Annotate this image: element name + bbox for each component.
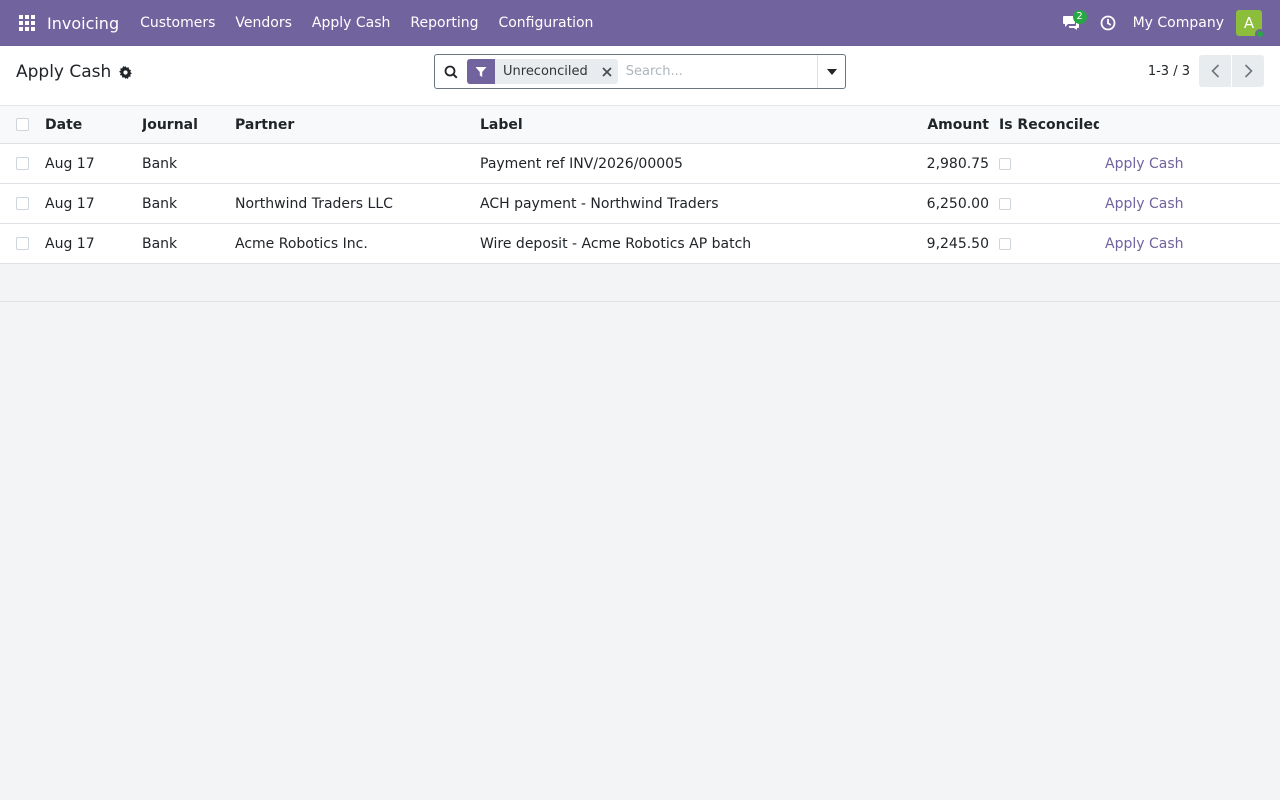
- column-header-is-reconciled[interactable]: Is Reconciled: [999, 106, 1099, 143]
- cell-journal: Bank: [142, 195, 178, 212]
- pager-value[interactable]: 1-3 / 3: [1148, 64, 1190, 79]
- activity-button[interactable]: [1091, 0, 1125, 46]
- row-select-cell: [16, 184, 30, 223]
- company-switcher[interactable]: My Company: [1125, 15, 1236, 31]
- user-avatar[interactable]: A: [1236, 10, 1265, 39]
- page-title: Apply Cash: [16, 62, 112, 82]
- chevron-right-icon: [1244, 64, 1253, 78]
- menu-item-customers[interactable]: Customers: [130, 0, 225, 46]
- app-name[interactable]: Invoicing: [47, 14, 119, 33]
- messaging-button[interactable]: 2: [1051, 0, 1091, 46]
- facet-label: Unreconciled: [503, 64, 588, 79]
- close-icon[interactable]: [596, 66, 618, 77]
- menu-item-configuration[interactable]: Configuration: [488, 0, 603, 46]
- chevron-left-icon: [1210, 64, 1219, 78]
- cell-partner: Acme Robotics Inc.: [235, 235, 368, 252]
- row-checkbox[interactable]: [16, 237, 29, 250]
- search-bar: Unreconciled: [434, 54, 846, 89]
- column-header-date[interactable]: Date: [45, 106, 135, 143]
- cell-is-reconciled: [999, 184, 1099, 223]
- cell-date: Aug 17: [45, 195, 95, 212]
- cell-date: Aug 17: [45, 155, 95, 172]
- main-menu: Customers Vendors Apply Cash Reporting C…: [130, 0, 603, 46]
- messaging-count-badge: 2: [1072, 10, 1087, 24]
- top-navbar: Invoicing Customers Vendors Apply Cash R…: [0, 0, 1280, 46]
- table-row[interactable]: Aug 17 Bank Payment ref INV/2026/00005 2…: [0, 144, 1280, 184]
- apps-grid-icon: [19, 15, 35, 31]
- navbar-systray: 2 My Company A: [1051, 0, 1280, 46]
- clock-icon: [1100, 15, 1115, 31]
- search-input[interactable]: [617, 64, 817, 79]
- apply-cash-button[interactable]: Apply Cash: [1105, 196, 1184, 212]
- pager-previous-button[interactable]: [1199, 55, 1231, 87]
- cell-amount: 2,980.75: [926, 155, 989, 172]
- caret-down-icon: [826, 68, 837, 75]
- cell-action: Apply Cash: [1105, 184, 1225, 223]
- select-all-checkbox[interactable]: [16, 118, 29, 131]
- cell-label: Payment ref INV/2026/00005: [480, 155, 683, 172]
- row-select-cell: [16, 224, 30, 263]
- pager: 1-3 / 3: [1148, 55, 1264, 87]
- table-row[interactable]: Aug 17 Bank Acme Robotics Inc. Wire depo…: [0, 224, 1280, 264]
- pager-next-button[interactable]: [1232, 55, 1264, 87]
- online-status-dot: [1255, 29, 1265, 39]
- cell-journal: Bank: [142, 235, 178, 252]
- breadcrumb: Apply Cash: [16, 62, 133, 82]
- table-header: Date Journal Partner Label Amount Is Rec…: [0, 106, 1280, 144]
- filter-icon: [467, 59, 495, 84]
- cell-action: Apply Cash: [1105, 224, 1225, 263]
- column-header-amount[interactable]: Amount: [900, 106, 989, 143]
- apply-cash-button[interactable]: Apply Cash: [1105, 236, 1184, 252]
- cell-amount: 9,245.50: [926, 235, 989, 252]
- column-header-journal[interactable]: Journal: [142, 106, 232, 143]
- search-icon: [435, 65, 467, 79]
- search-facet-unreconciled: Unreconciled: [467, 59, 618, 84]
- table-row[interactable]: Aug 17 Bank Northwind Traders LLC ACH pa…: [0, 184, 1280, 224]
- menu-item-vendors[interactable]: Vendors: [225, 0, 301, 46]
- select-all-cell: [16, 106, 30, 143]
- cell-amount: 6,250.00: [926, 195, 989, 212]
- cell-date: Aug 17: [45, 235, 95, 252]
- is-reconciled-checkbox: [999, 157, 1011, 170]
- cell-partner: [235, 144, 475, 183]
- search-options-toggle[interactable]: [817, 55, 845, 88]
- menu-item-reporting[interactable]: Reporting: [400, 0, 488, 46]
- gear-icon[interactable]: [119, 65, 133, 79]
- is-reconciled-checkbox: [999, 197, 1011, 210]
- column-header-partner[interactable]: Partner: [235, 106, 475, 143]
- menu-item-apply-cash[interactable]: Apply Cash: [302, 0, 401, 46]
- row-select-cell: [16, 144, 30, 183]
- cell-partner: Northwind Traders LLC: [235, 195, 393, 212]
- cell-is-reconciled: [999, 144, 1099, 183]
- cell-action: Apply Cash: [1105, 144, 1225, 183]
- list-view: Date Journal Partner Label Amount Is Rec…: [0, 106, 1280, 302]
- cell-journal: Bank: [142, 155, 178, 172]
- cell-is-reconciled: [999, 224, 1099, 263]
- column-header-label[interactable]: Label: [480, 106, 900, 143]
- cell-label: Wire deposit - Acme Robotics AP batch: [480, 235, 752, 252]
- apps-menu-button[interactable]: [0, 0, 54, 46]
- row-checkbox[interactable]: [16, 197, 29, 210]
- avatar-letter: A: [1243, 14, 1255, 32]
- apply-cash-button[interactable]: Apply Cash: [1105, 156, 1184, 172]
- control-panel: Apply Cash Unreconciled Search... 1-3 / …: [0, 46, 1280, 106]
- cell-label: ACH payment - Northwind Traders: [480, 195, 719, 212]
- is-reconciled-checkbox: [999, 237, 1011, 250]
- row-checkbox[interactable]: [16, 157, 29, 170]
- table-footer: [0, 264, 1280, 302]
